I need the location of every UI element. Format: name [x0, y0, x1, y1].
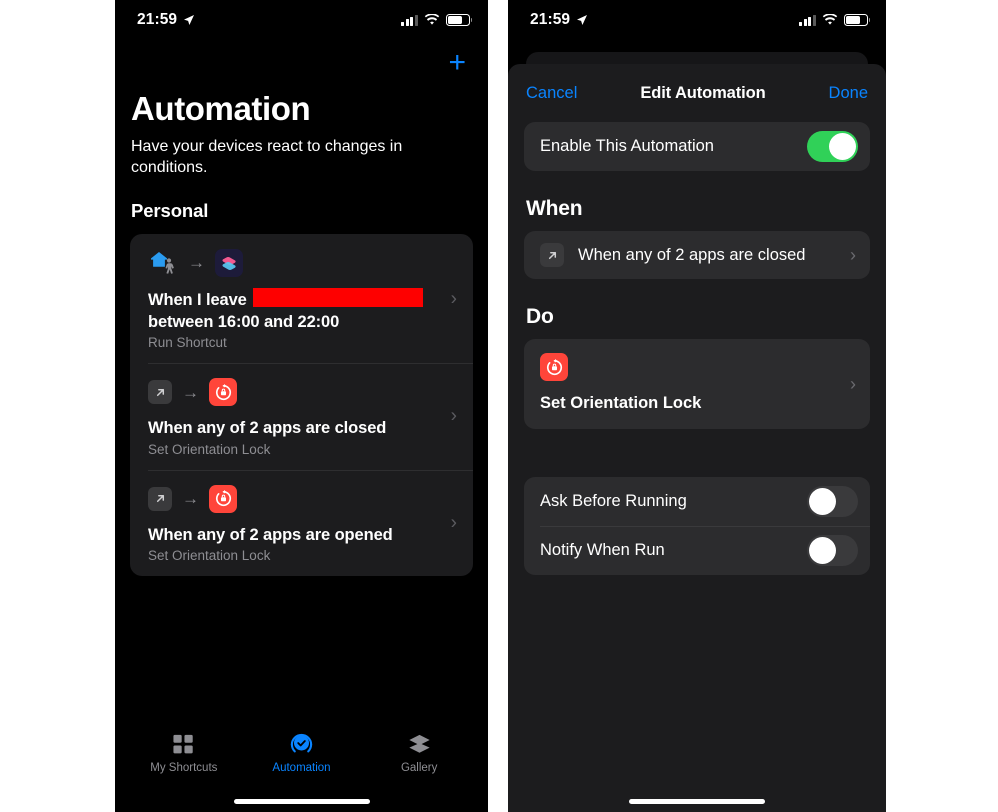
automation-row-subtitle: Set Orientation Lock [148, 547, 271, 563]
sheet-content: Enable This Automation When When any of … [508, 122, 886, 575]
cancel-button[interactable]: Cancel [526, 84, 577, 103]
cellular-signal-icon [401, 14, 418, 26]
left-phone-screen: 21:59 + Automation Have your devices rea… [115, 0, 488, 812]
wifi-icon [424, 14, 440, 25]
do-action-label: Set Orientation Lock [540, 394, 702, 412]
location-arrow-icon [184, 15, 195, 25]
ask-before-running-label: Ask Before Running [540, 492, 687, 510]
tab-my-shortcuts[interactable]: My Shortcuts [125, 731, 243, 774]
automation-row-title: When any of 2 apps are closed [148, 419, 387, 438]
orientation-lock-icon [209, 378, 237, 407]
sheet-title: Edit Automation [640, 83, 766, 102]
ask-before-running-row[interactable]: Ask Before Running [524, 477, 870, 526]
automation-icon-strip: → [130, 377, 473, 407]
automation-row[interactable]: → When I leave between 16:00 and 22:00 R… [130, 234, 473, 364]
ask-before-running-toggle[interactable] [807, 486, 858, 517]
left-screen-body: + Automation Have your devices react to … [115, 40, 488, 812]
tab-bar: My Shortcuts Automation Gallery [115, 731, 488, 774]
automation-row-subtitle: Set Orientation Lock [148, 441, 271, 457]
location-arrow-icon [577, 15, 588, 25]
left-status-bar: 21:59 [115, 0, 488, 40]
app-open-icon [148, 380, 172, 405]
notify-when-run-toggle[interactable] [807, 535, 858, 566]
orientation-lock-icon [540, 353, 568, 381]
section-header-do: Do [526, 305, 554, 328]
when-trigger-label: When any of 2 apps are closed [578, 245, 806, 264]
home-indicator[interactable] [629, 799, 765, 804]
enable-automation-toggle[interactable] [807, 131, 858, 162]
home-leave-icon [151, 251, 174, 274]
enable-automation-group: Enable This Automation [524, 122, 870, 171]
automation-row-title: When any of 2 apps are opened [148, 525, 393, 544]
chevron-right-icon: › [850, 245, 856, 265]
chevron-right-icon: › [450, 405, 457, 427]
automation-row-subtitle: Run Shortcut [148, 335, 227, 351]
status-left-group: 21:59 [530, 11, 588, 29]
add-automation-row: + [115, 40, 488, 78]
automation-icon-strip: → [130, 248, 473, 278]
orientation-lock-icon [209, 484, 237, 513]
automation-icon-strip: → [130, 484, 473, 514]
app-open-icon [540, 243, 564, 267]
status-bar-time: 21:59 [137, 11, 178, 28]
screenshot-canvas: 21:59 + Automation Have your devices rea… [0, 0, 998, 812]
redaction-bar [253, 287, 424, 307]
done-button[interactable]: Done [829, 84, 868, 103]
enable-automation-label: Enable This Automation [540, 137, 714, 155]
arrow-right-icon: → [182, 382, 199, 402]
arrow-right-icon: → [188, 253, 205, 273]
section-header-personal: Personal [131, 199, 209, 221]
tab-gallery[interactable]: Gallery [360, 731, 478, 774]
automation-row[interactable]: → When any of 2 apps are closed Set Orie… [130, 363, 473, 469]
notify-when-run-row[interactable]: Notify When Run [524, 526, 870, 575]
tab-label: Gallery [400, 762, 438, 774]
layers-icon [407, 731, 432, 757]
chevron-right-icon: › [450, 512, 457, 534]
clock-check-icon [289, 731, 314, 757]
home-indicator[interactable] [233, 799, 370, 804]
battery-icon [844, 14, 871, 26]
status-left-group: 21:59 [137, 11, 195, 29]
notify-when-run-label: Notify When Run [540, 541, 665, 559]
status-right-group [799, 14, 871, 26]
right-phone-screen: 21:59 Cancel Edit Automation Done Enable… [508, 0, 886, 812]
automations-card: → When I leave between 16:00 and 22:00 R… [130, 233, 473, 576]
right-status-bar: 21:59 [508, 0, 886, 40]
automation-title-prefix: When I leave [148, 290, 252, 309]
when-trigger-row[interactable]: When any of 2 apps are closed › [524, 231, 870, 279]
section-header-when: When [526, 197, 583, 220]
automation-row-title: When I leave between 16:00 and 22:00 [130, 278, 473, 334]
wifi-icon [822, 14, 838, 25]
status-bar-time: 21:59 [530, 11, 571, 28]
cellular-signal-icon [799, 14, 816, 26]
status-right-group [401, 14, 473, 26]
app-open-icon [148, 486, 172, 511]
arrow-right-icon: → [182, 489, 199, 509]
automation-row[interactable]: → When any of 2 apps are opened Set Orie… [130, 469, 473, 576]
run-options-group: Ask Before Running Notify When Run [524, 477, 870, 575]
edit-automation-sheet: Cancel Edit Automation Done Enable This … [508, 64, 886, 812]
page-title: Automation [131, 90, 311, 127]
enable-automation-row[interactable]: Enable This Automation [524, 122, 870, 171]
automation-title-suffix: between 16:00 and 22:00 [148, 313, 340, 332]
do-action-card[interactable]: Set Orientation Lock › [524, 339, 870, 429]
sheet-navigation-bar: Cancel Edit Automation Done [508, 64, 886, 122]
tab-label: Automation [272, 762, 331, 774]
page-subtitle: Have your devices react to changes in co… [131, 137, 403, 177]
chevron-right-icon: › [850, 374, 856, 394]
right-screen-body: Cancel Edit Automation Done Enable This … [508, 40, 886, 812]
add-automation-button[interactable]: + [448, 48, 466, 78]
chevron-right-icon: › [450, 288, 457, 310]
grid-squares-icon [172, 731, 195, 757]
battery-icon [446, 14, 473, 26]
tab-label: My Shortcuts [150, 762, 218, 774]
shortcuts-app-icon [215, 248, 243, 277]
tab-automation[interactable]: Automation [243, 731, 361, 774]
